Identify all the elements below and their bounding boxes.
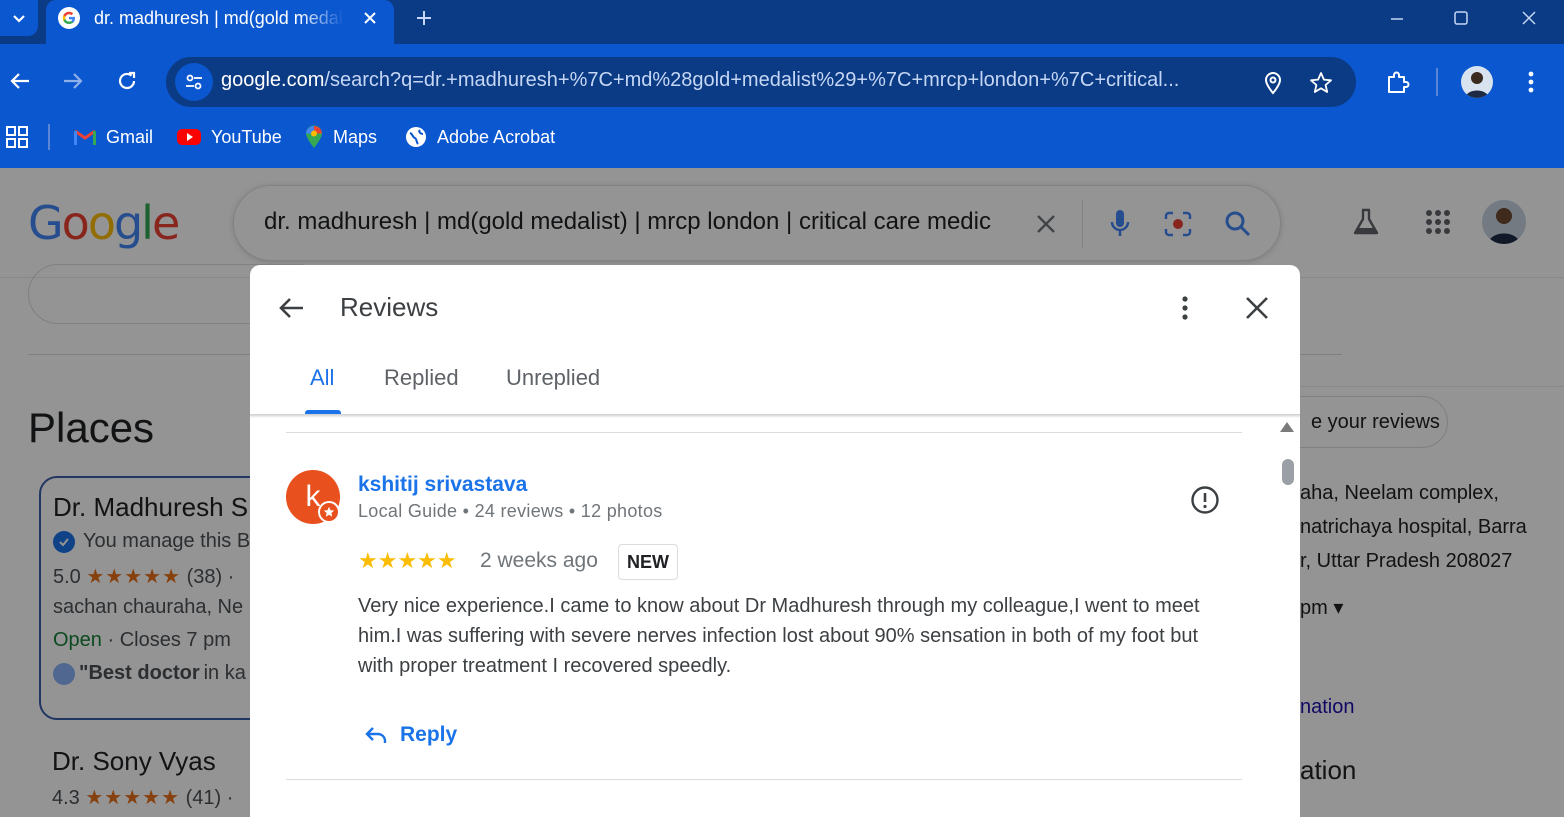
back-button[interactable] (5, 66, 35, 96)
chevron-down-icon (13, 15, 25, 23)
report-review-icon[interactable] (1190, 485, 1220, 515)
tab-close-button[interactable] (358, 6, 382, 30)
reviews-dialog: Reviews All Replied Unreplied k kshitij … (250, 265, 1300, 817)
review-filter-tabs: All Replied Unreplied (250, 351, 1300, 415)
bookmark-label: YouTube (211, 126, 282, 147)
scrollbar-thumb[interactable] (1282, 459, 1294, 485)
plus-icon (417, 11, 431, 25)
maximize-button[interactable] (1446, 4, 1476, 32)
site-info-button[interactable] (175, 63, 213, 101)
address-bar[interactable]: google.com/search?q=dr.+madhuresh+%7C+md… (166, 57, 1356, 107)
active-tab[interactable]: dr. madhuresh | md(gold medalist) | mrcp… (46, 0, 394, 44)
gmail-icon (74, 129, 96, 145)
review-text: Very nice experience.I came to know abou… (358, 595, 1200, 677)
scroll-up-arrow-icon[interactable] (1280, 422, 1294, 432)
review-divider (286, 432, 1242, 433)
tab-strip: dr. madhuresh | md(gold medalist) | mrcp… (0, 0, 1564, 44)
bookmark-adobe-acrobat[interactable]: Adobe Acrobat (405, 122, 555, 152)
minimize-button[interactable] (1382, 4, 1412, 32)
arrow-left-icon (279, 298, 303, 318)
review-time: 2 weeks ago (480, 549, 598, 572)
bookmark-gmail[interactable]: Gmail (74, 122, 153, 152)
arrow-right-icon (64, 73, 83, 89)
bookmark-label: Adobe Acrobat (437, 126, 556, 147)
bookmark-youtube[interactable]: YouTube (177, 122, 282, 152)
reviewer-meta: Local Guide • 24 reviews • 12 photos (358, 501, 663, 521)
dialog-back-button[interactable] (274, 291, 308, 325)
tab-unreplied[interactable]: Unreplied (506, 365, 600, 391)
close-icon (1522, 11, 1536, 25)
tune-icon (186, 74, 202, 90)
reload-button[interactable] (112, 66, 142, 96)
reload-icon (118, 71, 136, 90)
bookmark-label: Gmail (106, 126, 154, 147)
new-tab-button[interactable] (411, 5, 437, 31)
bookmark-maps[interactable]: Maps (305, 122, 377, 152)
bookmark-star-icon[interactable] (1308, 70, 1334, 96)
maps-icon (306, 125, 322, 148)
new-badge: NEW (618, 544, 678, 580)
extensions-icon[interactable] (1382, 66, 1414, 98)
reply-button[interactable]: Reply (364, 717, 457, 753)
location-icon[interactable] (1260, 70, 1286, 96)
apps-grid-icon[interactable] (6, 126, 28, 148)
youtube-icon (177, 129, 201, 145)
review-stars: ★★★★★ (358, 548, 457, 573)
tab-title: dr. madhuresh | md(gold medalist) | mrcp… (94, 8, 344, 28)
reviewer-name[interactable]: kshitij srivastava (358, 473, 527, 497)
forward-button[interactable] (58, 66, 88, 96)
window-close-button[interactable] (1514, 4, 1544, 32)
dialog-close-button[interactable] (1240, 291, 1274, 325)
toolbar-divider (1436, 68, 1438, 96)
local-guide-star-icon (318, 501, 340, 523)
url-text: google.com/search?q=dr.+madhuresh+%7C+md… (221, 69, 1251, 92)
globe-icon (406, 127, 426, 147)
tab-search-button[interactable] (0, 0, 38, 36)
tab-replied[interactable]: Replied (384, 365, 459, 391)
bookmarks-bar: Gmail YouTube Maps Adobe Acrobat (0, 120, 1564, 154)
tabs-shadow (250, 414, 1300, 418)
review-divider (286, 779, 1242, 780)
close-icon (1246, 297, 1268, 319)
url-host: google.com (221, 69, 325, 91)
menu-kebab-icon[interactable] (1515, 66, 1547, 98)
tab-all[interactable]: All (310, 365, 334, 391)
reply-label: Reply (400, 723, 458, 746)
dialog-title: Reviews (340, 292, 439, 322)
google-favicon-icon (58, 7, 80, 29)
arrow-left-icon (10, 73, 29, 89)
maximize-icon (1454, 11, 1468, 25)
profile-avatar[interactable] (1461, 66, 1493, 98)
browser-chrome: dr. madhuresh | md(gold medalist) | mrcp… (0, 0, 1564, 168)
url-path: /search?q=dr.+madhuresh+%7C+md%28gold+me… (324, 69, 1180, 91)
bookmark-label: Maps (333, 126, 378, 147)
dialog-more-button[interactable] (1172, 291, 1198, 325)
more-vert-icon (1182, 296, 1188, 320)
close-icon (364, 12, 376, 24)
reply-icon (365, 727, 387, 743)
minimize-icon (1391, 18, 1403, 20)
bookmarks-divider (48, 124, 50, 150)
